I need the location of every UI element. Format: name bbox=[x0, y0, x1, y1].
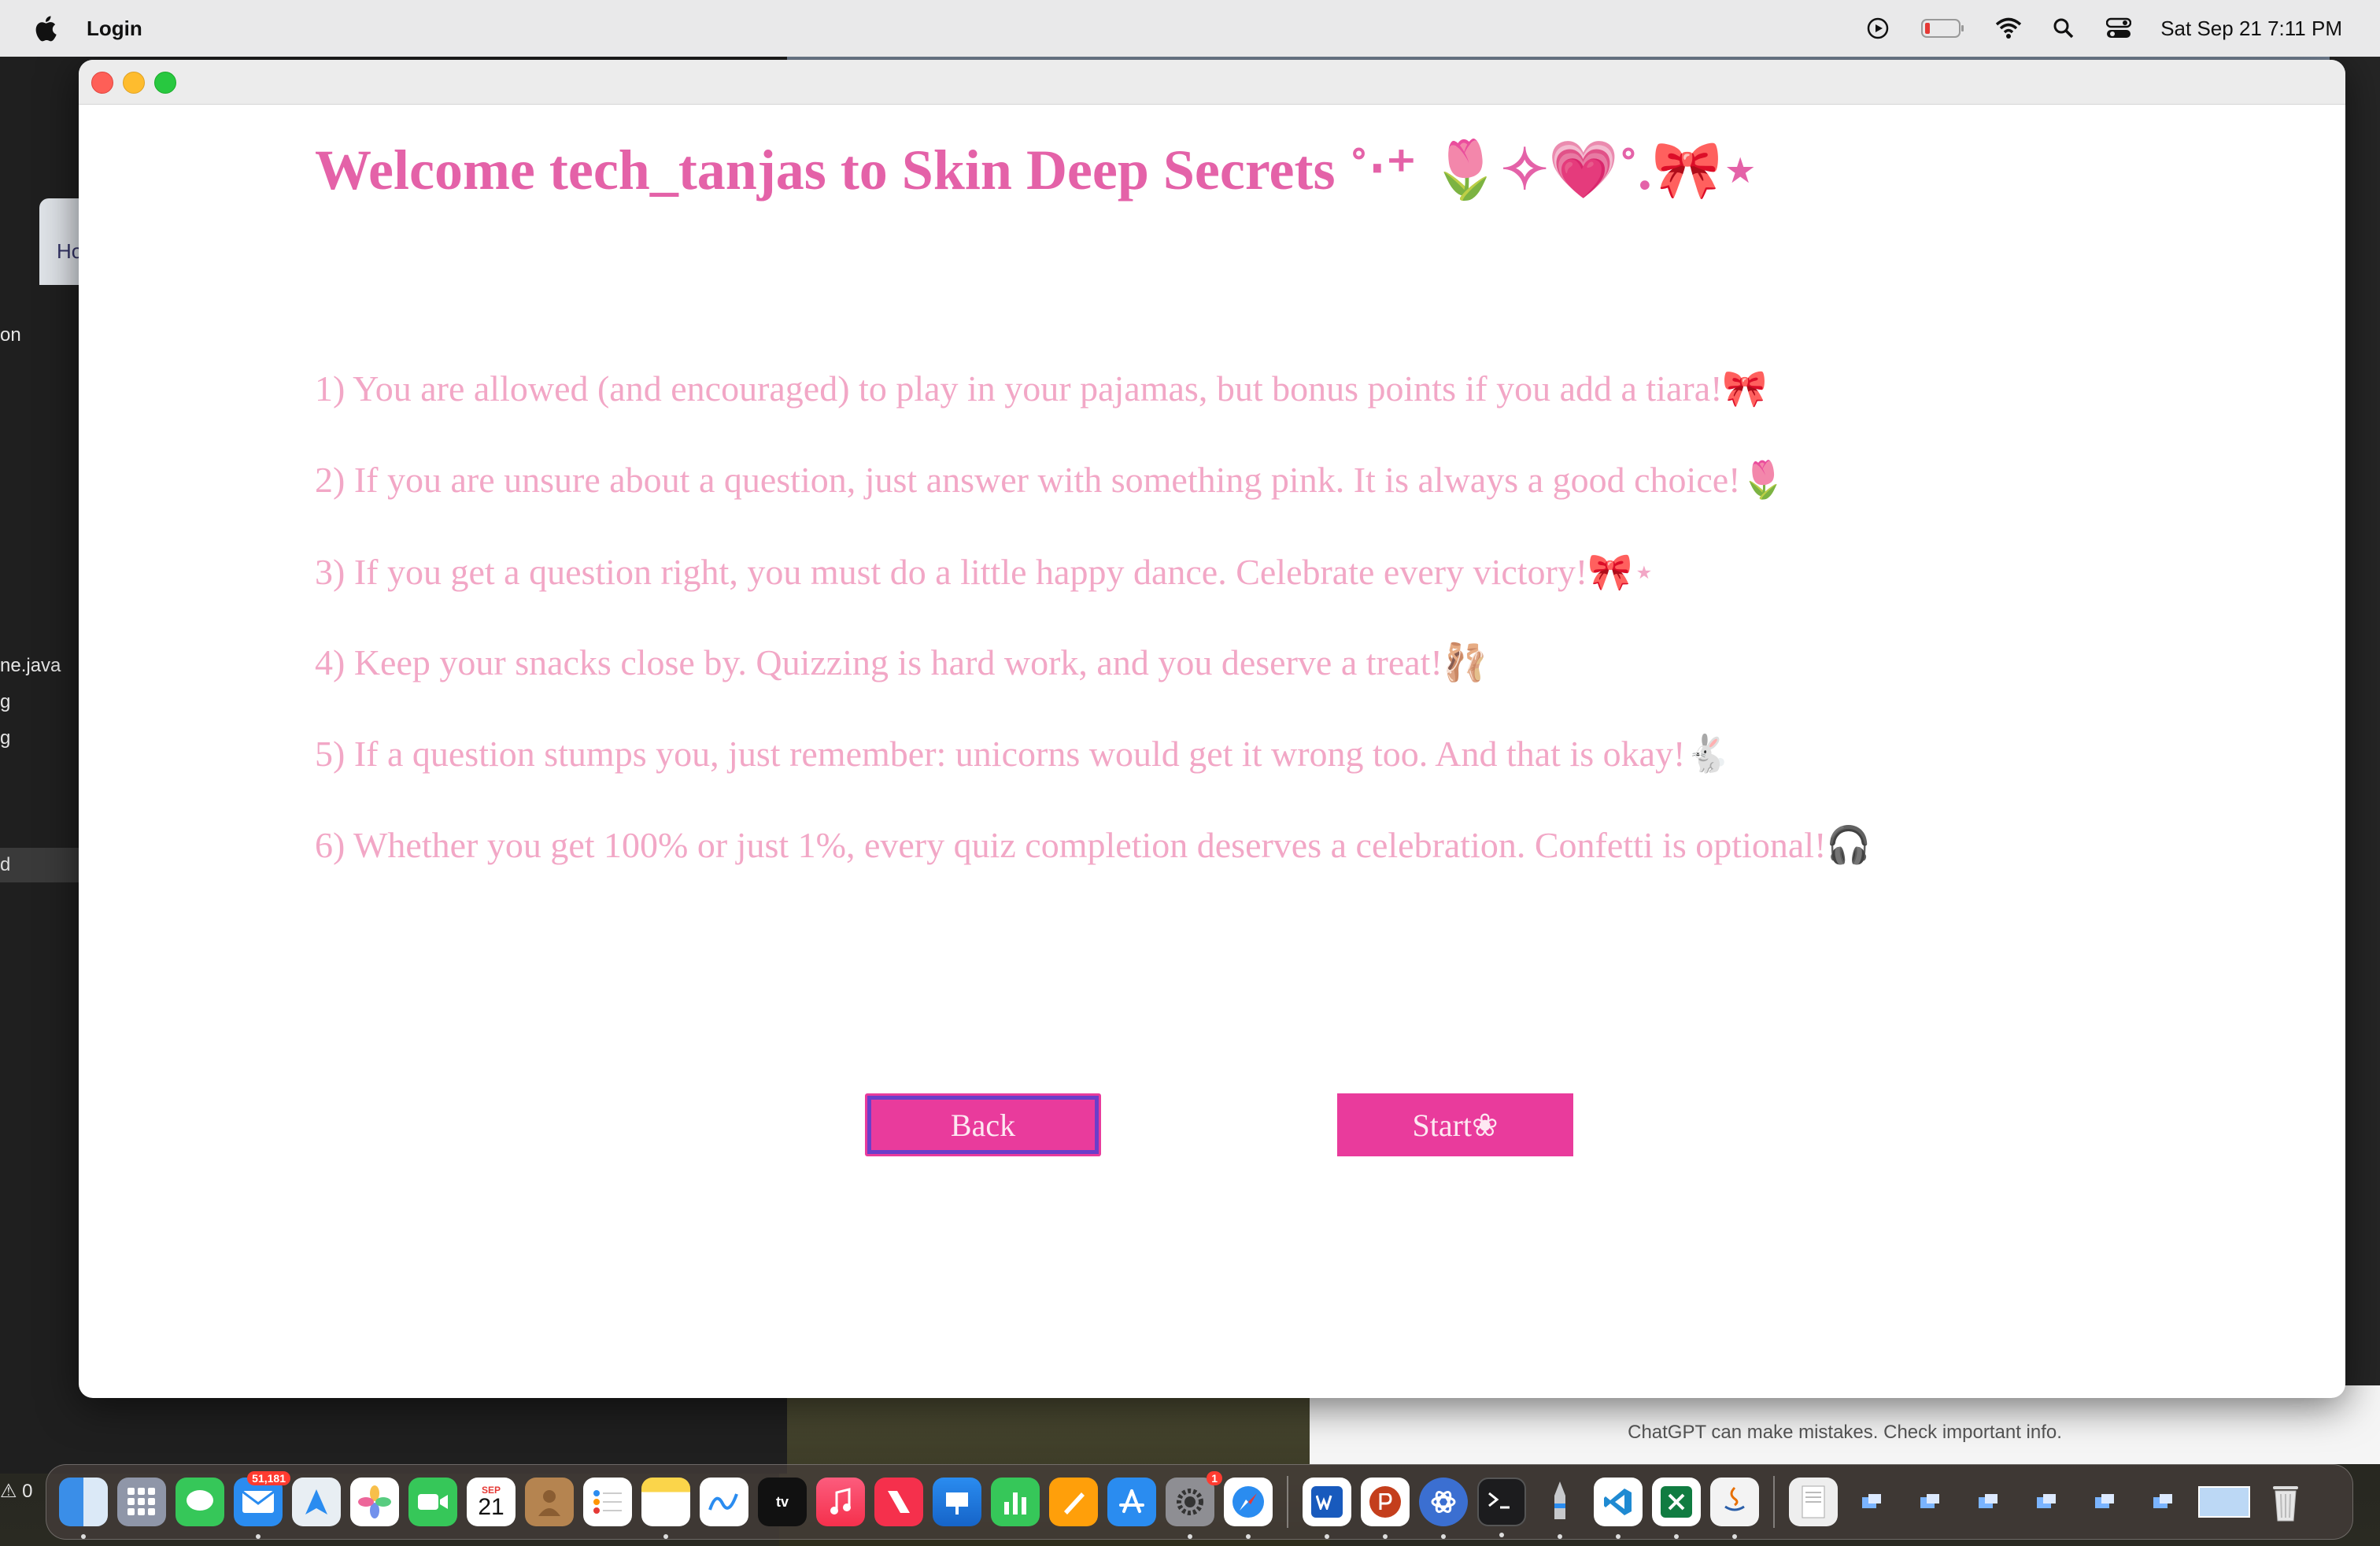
openai-chatgpt-icon[interactable] bbox=[1419, 1478, 1468, 1539]
rule-item: 6) Whether you get 100% or just 1%, ever… bbox=[315, 825, 1872, 865]
minimized-window-icon[interactable] bbox=[1964, 1478, 2012, 1526]
window-titlebar[interactable] bbox=[79, 60, 2345, 105]
ide-file-item[interactable]: ne.java bbox=[0, 655, 61, 677]
dock: 51,181 SEP 21 tv 1 bbox=[46, 1464, 2353, 1540]
rule-item: 4) Keep your snacks close by. Quizzing i… bbox=[315, 642, 1488, 682]
app-store-icon[interactable] bbox=[1107, 1478, 1156, 1526]
control-center-icon[interactable] bbox=[2105, 15, 2132, 42]
settings-badge: 1 bbox=[1207, 1471, 1222, 1485]
welcome-heading: Welcome tech_tanjas to Skin Deep Secrets… bbox=[315, 139, 1758, 202]
excel-icon[interactable] bbox=[1652, 1478, 1701, 1539]
minimized-window-icon[interactable] bbox=[1847, 1478, 1896, 1526]
calendar-day: 21 bbox=[478, 1494, 504, 1520]
safari-icon[interactable] bbox=[1224, 1478, 1273, 1539]
contacts-icon[interactable] bbox=[525, 1478, 574, 1526]
start-button[interactable]: Start❀ bbox=[1337, 1093, 1573, 1156]
minimized-window-icon[interactable] bbox=[1905, 1478, 1954, 1526]
screen-recording-icon[interactable] bbox=[1864, 15, 1891, 42]
keynote-icon[interactable] bbox=[933, 1478, 981, 1526]
launchpad-icon[interactable] bbox=[117, 1478, 166, 1526]
vscode-icon[interactable] bbox=[1594, 1478, 1643, 1539]
ide-sidebar-text: on bbox=[0, 324, 21, 346]
maps-icon[interactable] bbox=[292, 1478, 341, 1526]
calendar-icon[interactable]: SEP 21 bbox=[467, 1478, 516, 1526]
apple-tv-icon[interactable]: tv bbox=[758, 1478, 807, 1526]
battery-icon[interactable] bbox=[1920, 15, 1967, 42]
freeform-icon[interactable] bbox=[700, 1478, 748, 1526]
finder-icon[interactable] bbox=[59, 1478, 108, 1539]
welcome-content: Welcome tech_tanjas to Skin Deep Secrets… bbox=[79, 105, 2345, 1398]
news-icon[interactable] bbox=[874, 1478, 923, 1526]
ide-file-item[interactable]: g bbox=[0, 691, 10, 713]
apple-icon[interactable] bbox=[31, 14, 58, 43]
mail-unread-badge: 51,181 bbox=[247, 1471, 290, 1485]
script-editor-icon[interactable] bbox=[1536, 1478, 1584, 1539]
powerpoint-icon[interactable] bbox=[1361, 1478, 1410, 1539]
ide-selected-item[interactable]: d bbox=[0, 848, 79, 882]
rule-item: 2) If you are unsure about a question, j… bbox=[315, 460, 1786, 500]
minimize-window-button[interactable] bbox=[123, 72, 145, 94]
back-button[interactable]: Back bbox=[865, 1093, 1101, 1156]
minimized-window-icon[interactable] bbox=[2138, 1478, 2187, 1526]
dock-separator bbox=[1287, 1476, 1288, 1528]
word-icon[interactable] bbox=[1303, 1478, 1351, 1539]
messages-icon[interactable] bbox=[176, 1478, 224, 1526]
mail-icon[interactable]: 51,181 bbox=[234, 1471, 290, 1539]
close-window-button[interactable] bbox=[91, 72, 113, 94]
pages-icon[interactable] bbox=[1049, 1478, 1098, 1526]
ide-selected-label: d bbox=[0, 854, 11, 875]
wifi-icon[interactable] bbox=[1995, 15, 2022, 42]
ide-status-warnings: ⚠ 0 bbox=[0, 1481, 33, 1502]
active-app-name[interactable]: Login bbox=[87, 17, 142, 41]
login-window: Welcome tech_tanjas to Skin Deep Secrets… bbox=[79, 60, 2345, 1398]
rule-item: 5) If a question stumps you, just rememb… bbox=[315, 734, 1731, 774]
chatgpt-disclaimer: ChatGPT can make mistakes. Check importa… bbox=[1628, 1422, 2062, 1443]
minimized-window-icon[interactable] bbox=[2080, 1478, 2129, 1526]
terminal-icon[interactable] bbox=[1477, 1478, 1526, 1537]
minimized-window-icon[interactable] bbox=[2197, 1478, 2252, 1526]
spotlight-search-icon[interactable] bbox=[2050, 15, 2077, 42]
rules-list: 1) You are allowed (and encouraged) to p… bbox=[315, 368, 1872, 915]
menu-bar: Login Sat Sep 21 7:11 PM bbox=[0, 0, 2380, 57]
dock-separator bbox=[1773, 1476, 1775, 1528]
numbers-icon[interactable] bbox=[991, 1478, 1040, 1526]
trash-icon[interactable] bbox=[2261, 1478, 2310, 1526]
zoom-window-button[interactable] bbox=[154, 72, 176, 94]
document-stack-icon[interactable] bbox=[1789, 1478, 1838, 1526]
notes-icon[interactable] bbox=[641, 1478, 690, 1539]
menu-bar-clock[interactable]: Sat Sep 21 7:11 PM bbox=[2160, 17, 2342, 41]
ide-file-item[interactable]: g bbox=[0, 727, 10, 749]
music-icon[interactable] bbox=[816, 1478, 865, 1526]
java-icon[interactable] bbox=[1710, 1478, 1759, 1539]
facetime-icon[interactable] bbox=[408, 1478, 457, 1526]
photos-icon[interactable] bbox=[350, 1478, 399, 1526]
rule-item: 1) You are allowed (and encouraged) to p… bbox=[315, 368, 1768, 409]
minimized-window-icon[interactable] bbox=[2022, 1478, 2071, 1526]
rule-item: 3) If you get a question right, you must… bbox=[315, 552, 1656, 592]
reminders-icon[interactable] bbox=[583, 1478, 632, 1526]
system-settings-icon[interactable]: 1 bbox=[1166, 1471, 1222, 1539]
